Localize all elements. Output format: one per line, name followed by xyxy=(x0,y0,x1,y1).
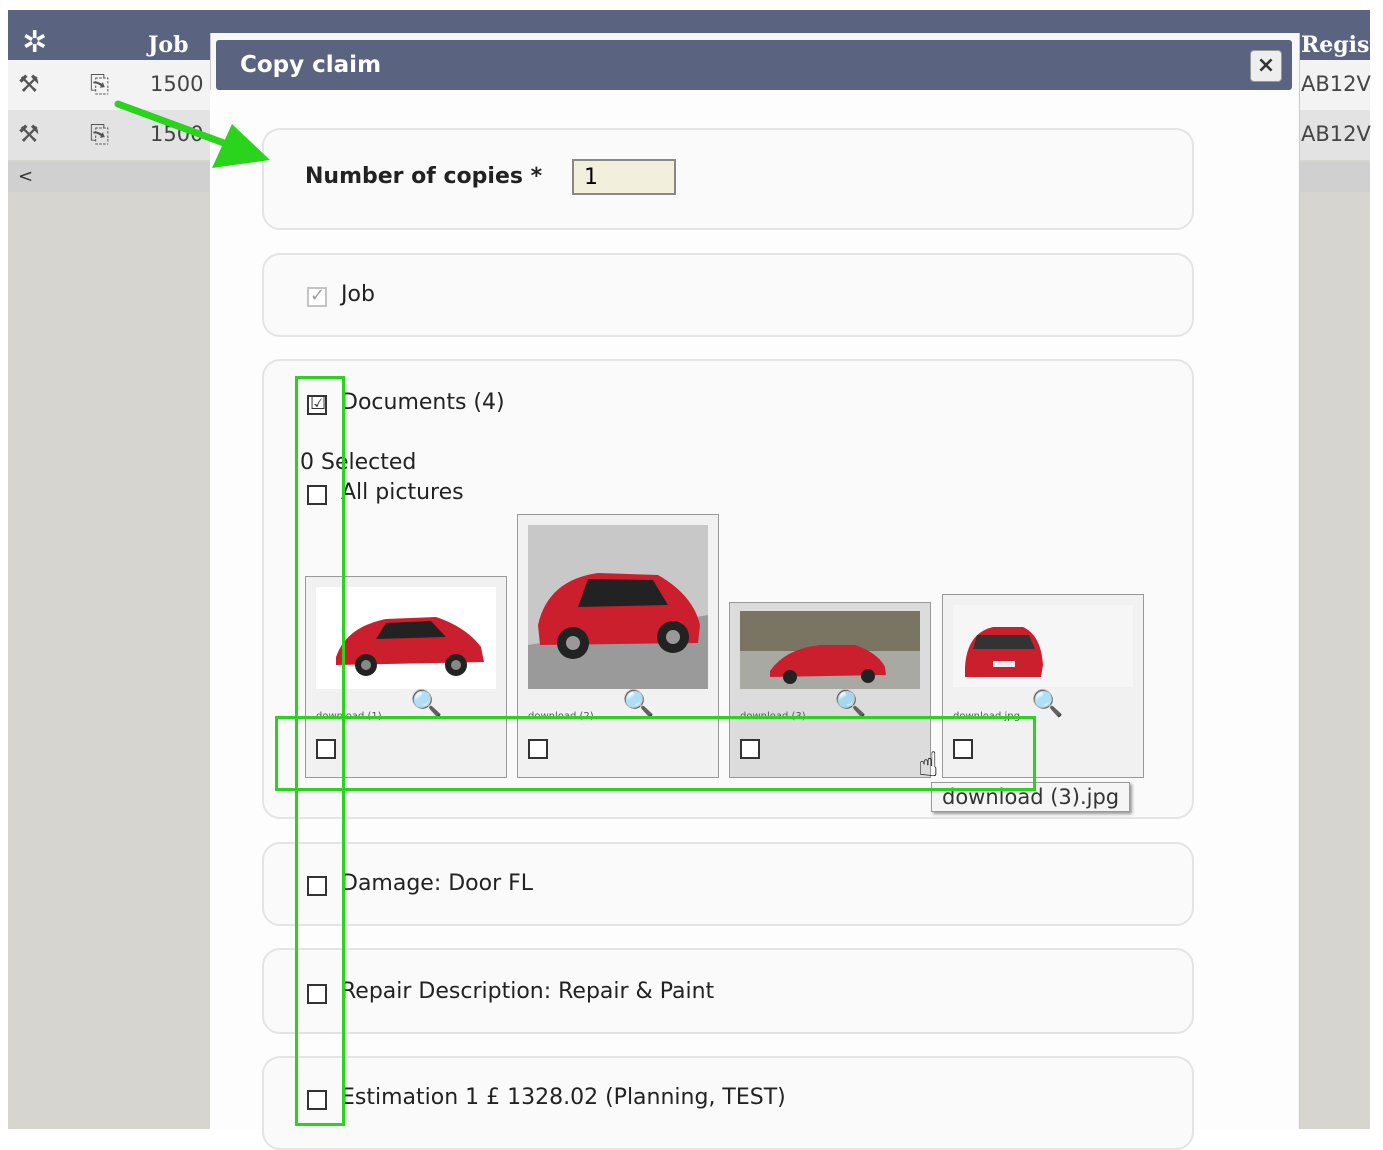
annotation-arrow-icon xyxy=(114,100,270,168)
